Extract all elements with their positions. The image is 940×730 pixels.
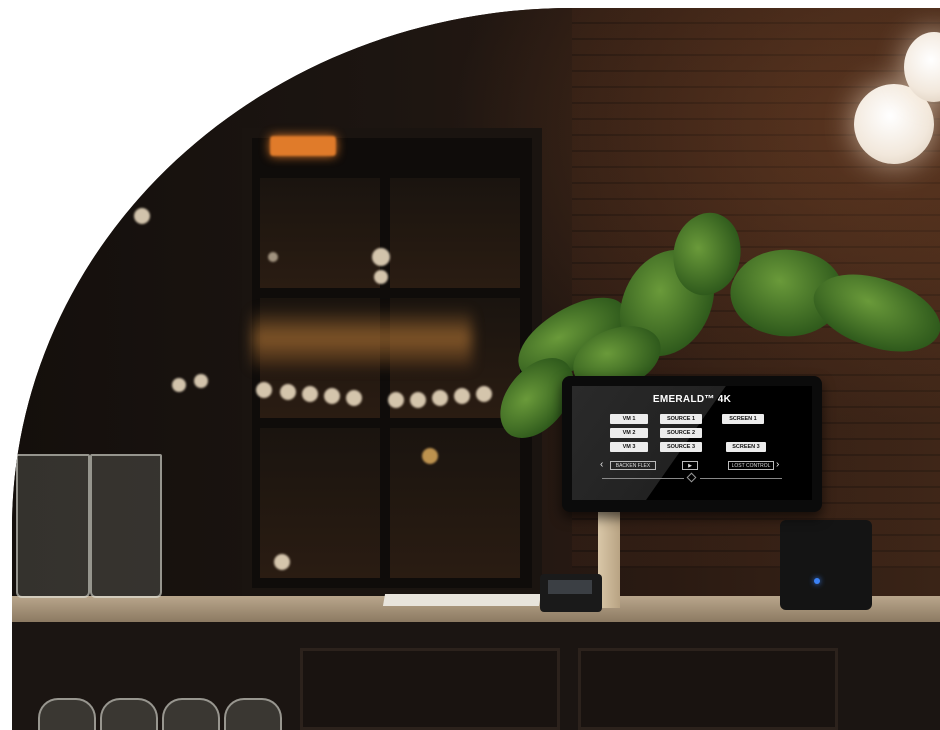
bokeh-light (476, 386, 492, 402)
warm-glow (252, 308, 472, 368)
source-2-button[interactable]: SOURCE 2 (660, 428, 702, 438)
touch-panel-screen: EMERALD™ 4K VM 1 SOURCE 1 SCREEN 1 VM 2 … (572, 386, 812, 500)
bokeh-light (280, 384, 296, 400)
bokeh-light (256, 382, 272, 398)
source-3-button[interactable]: SOURCE 3 (660, 442, 702, 452)
panel-title: EMERALD™ 4K (652, 394, 732, 405)
divider (700, 478, 782, 479)
play-button[interactable]: ▶ (682, 461, 698, 470)
vm-3-button[interactable]: VM 3 (610, 442, 648, 452)
bokeh-light (454, 388, 470, 404)
screen-1-button[interactable]: SCREEN 1 (722, 414, 764, 424)
bokeh-light (172, 378, 186, 392)
glass-cup (162, 698, 220, 730)
status-led (814, 578, 820, 584)
glass-cup (100, 698, 158, 730)
bokeh-light (346, 390, 362, 406)
bokeh-light (372, 248, 390, 266)
window-pane (260, 178, 380, 288)
bokeh-light (410, 392, 426, 408)
bokeh-light (324, 388, 340, 404)
bokeh-light (302, 386, 318, 402)
bokeh-light (374, 270, 388, 284)
vm-2-button[interactable]: VM 2 (610, 428, 648, 438)
window-pane (390, 428, 520, 578)
counter-drawer (300, 648, 560, 730)
card-reader (540, 574, 602, 612)
diamond-icon (686, 472, 697, 483)
bokeh-light (268, 252, 278, 262)
lost-control-button[interactable]: LOST CONTROL (728, 461, 774, 470)
card-reader-screen (548, 580, 592, 594)
glass-mug (16, 454, 90, 598)
play-icon: ▶ (688, 463, 692, 469)
divider (602, 478, 684, 479)
receipt-printer (780, 520, 872, 610)
touch-panel: EMERALD™ 4K VM 1 SOURCE 1 SCREEN 1 VM 2 … (562, 376, 822, 512)
glass-cup (38, 698, 96, 730)
back-flex-button[interactable]: BACKEN FLEX (610, 461, 656, 470)
bokeh-light (134, 208, 150, 224)
bokeh-light (388, 392, 404, 408)
window-pane (390, 178, 520, 288)
exit-sign (270, 136, 336, 156)
restaurant-scene: EMERALD™ 4K VM 1 SOURCE 1 SCREEN 1 VM 2 … (0, 0, 940, 730)
glass-mug (90, 454, 162, 598)
chevron-right-icon[interactable]: › (776, 460, 779, 470)
bokeh-light (422, 448, 438, 464)
source-1-button[interactable]: SOURCE 1 (660, 414, 702, 424)
chevron-left-icon[interactable]: ‹ (600, 460, 603, 470)
vm-1-button[interactable]: VM 1 (610, 414, 648, 424)
paper-notepad (382, 594, 542, 606)
photo (12, 8, 940, 730)
glass-cup (224, 698, 282, 730)
screen-3-button[interactable]: SCREEN 3 (726, 442, 766, 452)
bokeh-light (194, 374, 208, 388)
bokeh-light (432, 390, 448, 406)
counter-drawer (578, 648, 838, 730)
bokeh-light (274, 554, 290, 570)
